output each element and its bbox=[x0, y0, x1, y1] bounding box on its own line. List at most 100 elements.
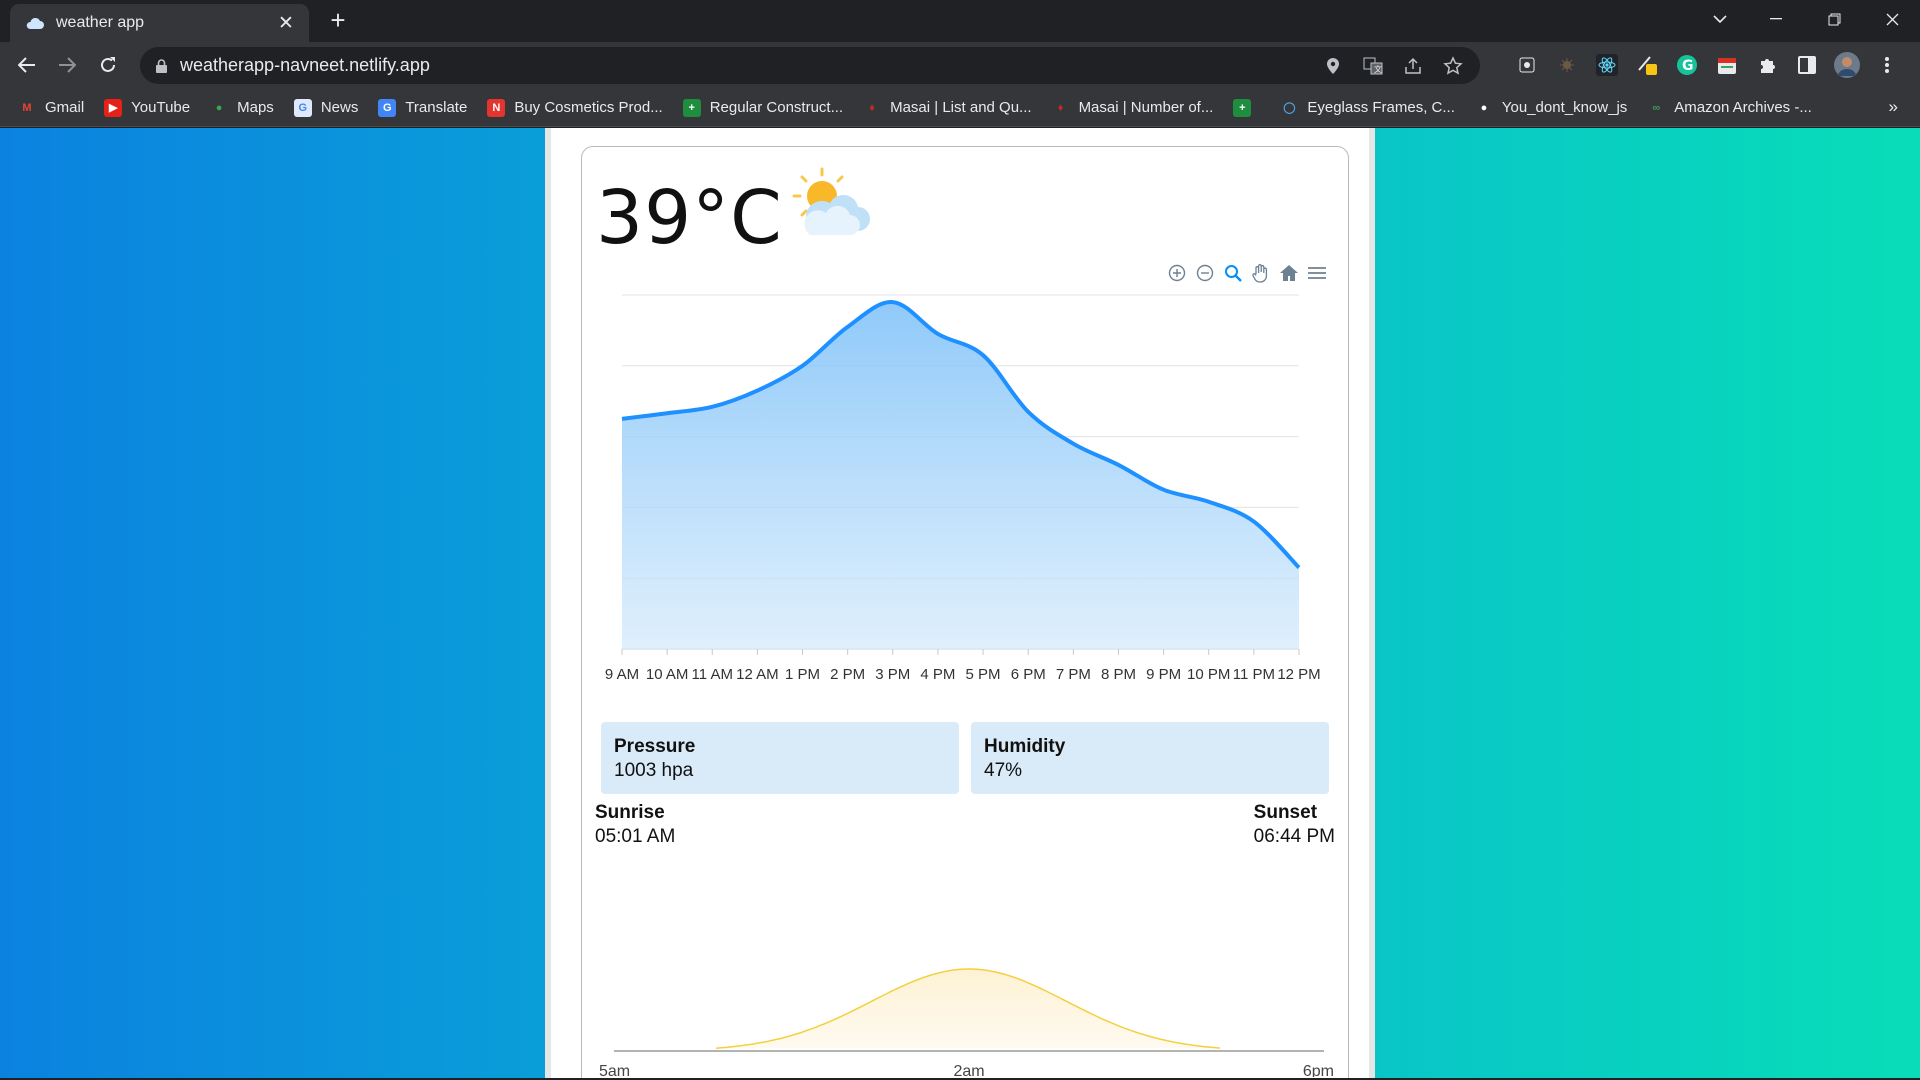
bookmark-item[interactable]: ● Maps bbox=[210, 99, 274, 117]
forward-button[interactable] bbox=[51, 49, 83, 81]
restore-button[interactable] bbox=[1806, 0, 1862, 38]
zoom-out-icon[interactable] bbox=[1195, 263, 1215, 283]
x-tick-label: 6 PM bbox=[1011, 666, 1046, 683]
bookmark-label: News bbox=[320, 99, 359, 116]
sun-axis-label: 6pm bbox=[1303, 1063, 1334, 1077]
humidity-card: Humidity 47% bbox=[971, 722, 1329, 794]
cosmetics-icon: N bbox=[487, 98, 506, 117]
selection-zoom-icon[interactable] bbox=[1223, 263, 1243, 283]
x-tick-label: 9 AM bbox=[605, 666, 639, 683]
sun-path-area bbox=[716, 969, 1220, 1049]
sunrise-value: 05:01 AM bbox=[595, 826, 676, 847]
pressure-card: Pressure 1003 hpa bbox=[601, 722, 959, 794]
bookmark-label: Regular Construct... bbox=[709, 99, 844, 116]
x-tick-label: 8 PM bbox=[1101, 666, 1136, 683]
bookmark-item[interactable]: ● You_dont_know_js bbox=[1475, 99, 1628, 117]
close-tab-icon[interactable]: ✕ bbox=[275, 12, 297, 35]
bookmark-item[interactable]: G Translate bbox=[378, 98, 467, 117]
bookmark-label: Gmail bbox=[45, 99, 85, 116]
bookmark-label: Amazon Archives -... bbox=[1674, 99, 1812, 116]
sheets-icon: + bbox=[682, 98, 701, 117]
svg-text:G: G bbox=[1682, 58, 1694, 74]
news-icon: G bbox=[293, 98, 312, 117]
gmail-icon: M bbox=[22, 101, 32, 114]
bookmark-star-icon[interactable] bbox=[1440, 53, 1466, 79]
page-viewport: 39°C 9 AM 10 AM 11 AM 12 AM 1 PM 2 PM 3 … bbox=[0, 128, 1920, 1078]
temperature-area-fill bbox=[622, 302, 1299, 649]
bookmark-label: You_dont_know_js bbox=[1501, 99, 1628, 116]
amazon-icon: ∞ bbox=[1652, 101, 1661, 114]
x-tick-label: 4 PM bbox=[920, 666, 955, 683]
sheets-icon: + bbox=[1233, 98, 1252, 117]
bookmark-item[interactable]: ∞ Amazon Archives -... bbox=[1647, 99, 1812, 117]
chart-toolbar bbox=[1167, 263, 1327, 283]
bookmark-label: Buy Cosmetics Prod... bbox=[514, 99, 663, 116]
masai-icon: ♦ bbox=[869, 101, 875, 114]
calendar-extension-icon[interactable] bbox=[1712, 50, 1742, 80]
address-bar[interactable]: weatherapp-navneet.netlify.app 文 bbox=[140, 47, 1480, 84]
grammarly-icon[interactable]: G bbox=[1672, 50, 1702, 80]
extensions-puzzle-icon[interactable] bbox=[1752, 50, 1782, 80]
x-tick-label: 1 PM bbox=[785, 666, 820, 683]
browser-tab[interactable]: weather app ✕ bbox=[10, 4, 309, 42]
bookmark-item[interactable]: ♦ Masai | List and Qu... bbox=[863, 99, 1031, 117]
minimize-button[interactable] bbox=[1748, 0, 1804, 38]
browser-menu-icon[interactable] bbox=[1872, 50, 1902, 80]
screenshot-extension-icon[interactable] bbox=[1512, 50, 1542, 80]
bookmark-label: YouTube bbox=[131, 99, 191, 116]
translate-icon: G bbox=[378, 98, 397, 117]
x-tick-label: 11 PM bbox=[1233, 666, 1275, 683]
bookmark-item[interactable]: ◯ Eyeglass Frames, C... bbox=[1280, 99, 1455, 117]
maps-icon: ● bbox=[215, 101, 223, 114]
location-icon[interactable] bbox=[1320, 53, 1346, 79]
bookmark-item[interactable]: + Regular Construct... bbox=[682, 98, 844, 117]
pan-hand-icon[interactable] bbox=[1251, 263, 1271, 283]
sticky-notes-extension-icon[interactable] bbox=[1632, 50, 1662, 80]
pressure-label: Pressure bbox=[614, 736, 696, 757]
github-icon: ● bbox=[1480, 101, 1488, 114]
eyeglass-icon: ◯ bbox=[1283, 102, 1296, 114]
bookmark-item[interactable]: ▶ YouTube bbox=[104, 98, 191, 117]
youtube-icon: ▶ bbox=[104, 98, 123, 117]
bookmark-item[interactable]: M Gmail bbox=[18, 99, 84, 117]
x-tick-label: 3 PM bbox=[875, 666, 910, 683]
bookmark-item[interactable]: + bbox=[1233, 98, 1260, 117]
close-window-button[interactable] bbox=[1864, 0, 1920, 38]
tab-search-icon[interactable] bbox=[1692, 0, 1748, 38]
x-tick-label: 9 PM bbox=[1146, 666, 1181, 683]
bookmark-item[interactable]: G News bbox=[293, 98, 359, 117]
reload-button[interactable] bbox=[92, 49, 124, 81]
humidity-label: Humidity bbox=[984, 736, 1066, 757]
bookmark-label: Masai | List and Qu... bbox=[890, 99, 1032, 116]
temperature-area-chart: 9 AM 10 AM 11 AM 12 AM 1 PM 2 PM 3 PM 4 PM 5 PM 6… bbox=[605, 294, 1321, 683]
x-tick-label: 5 PM bbox=[966, 666, 1001, 683]
translate-page-icon[interactable]: 文 bbox=[1360, 53, 1386, 79]
pressure-value: 1003 hpa bbox=[614, 760, 694, 781]
sun-axis-label: 2am bbox=[953, 1063, 984, 1077]
humidity-value: 47% bbox=[984, 760, 1023, 781]
zoom-in-icon[interactable] bbox=[1167, 263, 1187, 283]
new-tab-button[interactable]: + bbox=[326, 7, 350, 33]
x-tick-label: 7 PM bbox=[1056, 666, 1091, 683]
bug-extension-icon[interactable] bbox=[1552, 50, 1582, 80]
chart-menu-icon[interactable] bbox=[1307, 263, 1327, 283]
tab-title: weather app bbox=[56, 14, 145, 31]
current-temperature: 39°C bbox=[596, 175, 783, 261]
bookmarks-bar: M Gmail ▶ YouTube ● Maps G News G Translate N Buy C… bbox=[0, 89, 1920, 127]
profile-avatar[interactable] bbox=[1832, 50, 1862, 80]
x-tick-label: 10 PM bbox=[1187, 666, 1230, 683]
bookmark-label: Maps bbox=[237, 99, 274, 116]
back-button[interactable] bbox=[11, 49, 43, 81]
bookmark-item[interactable]: ♦ Masai | Number of... bbox=[1052, 99, 1214, 117]
react-devtools-icon[interactable] bbox=[1592, 50, 1622, 80]
side-panel-icon[interactable] bbox=[1792, 50, 1822, 80]
lock-icon[interactable] bbox=[154, 58, 168, 74]
reset-home-icon[interactable] bbox=[1279, 263, 1299, 283]
weather-card: 39°C 9 AM 10 AM 11 AM 12 AM 1 PM 2 PM 3 … bbox=[581, 146, 1349, 1078]
bookmark-item[interactable]: N Buy Cosmetics Prod... bbox=[487, 98, 663, 117]
x-tick-label: 10 AM bbox=[646, 666, 689, 683]
sunrise-block: Sunrise 05:01 AM bbox=[595, 802, 675, 848]
cloud-icon bbox=[24, 12, 46, 34]
share-icon[interactable] bbox=[1400, 53, 1426, 79]
bookmarks-overflow-button[interactable]: » bbox=[1889, 97, 1898, 117]
